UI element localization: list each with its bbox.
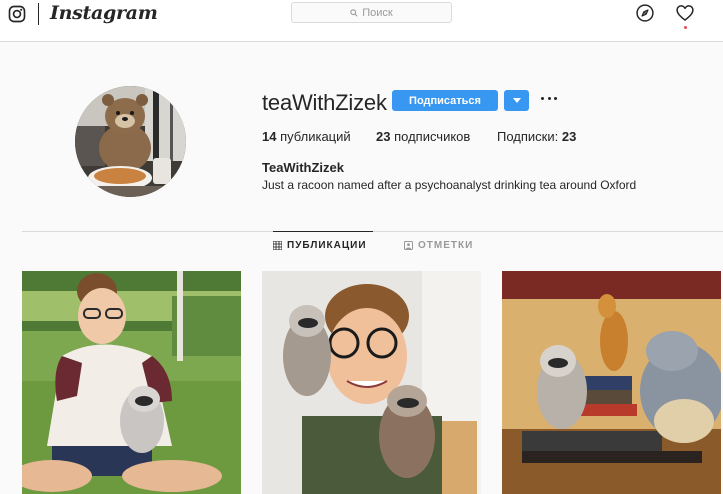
explore-compass-icon[interactable]	[635, 3, 655, 23]
tab-posts-label: ПУБЛИКАЦИИ	[287, 240, 367, 251]
profile-bio: Just a racoon named after a psychoanalys…	[262, 178, 637, 192]
posts-stat: 14 публикаций	[262, 129, 376, 144]
grid-icon	[273, 241, 282, 250]
profile-stats: 14 публикаций 23 подписчиков Подписки: 2…	[262, 129, 576, 144]
following-count: 23	[561, 129, 577, 144]
tab-posts[interactable]: ПУБЛИКАЦИИ	[273, 231, 373, 259]
tagged-icon	[404, 240, 413, 250]
post-thumbnail[interactable]	[22, 271, 241, 494]
logo-divider	[38, 3, 39, 25]
chevron-down-icon	[512, 98, 521, 103]
followers-stat[interactable]: 23 подписчиков	[376, 129, 497, 144]
instagram-glyph-icon[interactable]	[8, 5, 26, 23]
more-dots-icon	[547, 96, 551, 100]
heart-icon[interactable]	[675, 3, 695, 23]
top-navigation-bar: Instagram Поиск	[0, 0, 723, 42]
post-photo	[502, 271, 721, 494]
notification-dot	[684, 26, 687, 29]
tab-tagged[interactable]: ОТМЕТКИ	[404, 231, 473, 259]
profile-full-name: TeaWithZizek	[262, 160, 344, 175]
tab-tagged-label: ОТМЕТКИ	[418, 239, 474, 251]
avatar-photo	[75, 86, 186, 197]
post-thumbnail[interactable]	[262, 271, 481, 494]
following-label: Подписки:	[497, 129, 562, 144]
post-thumbnail[interactable]	[502, 271, 721, 494]
posts-count: 14	[262, 129, 277, 144]
more-dots-icon	[541, 96, 544, 100]
followers-count: 23	[376, 129, 391, 144]
more-options-button[interactable]	[541, 92, 557, 104]
search-input[interactable]: Поиск	[291, 2, 452, 23]
post-photo	[22, 271, 241, 494]
following-stat[interactable]: Подписки: 23	[497, 129, 576, 144]
suggestions-dropdown-button[interactable]	[504, 90, 529, 111]
search-placeholder: Поиск	[362, 6, 393, 19]
followers-label: подписчиков	[390, 129, 471, 144]
instagram-wordmark[interactable]: Instagram	[50, 2, 158, 24]
more-dots-icon	[554, 96, 557, 100]
posts-label: публикаций	[276, 129, 351, 144]
profile-username: teaWithZizek	[262, 90, 387, 115]
follow-button[interactable]: Подписаться	[392, 90, 498, 111]
profile-avatar[interactable]	[75, 86, 186, 197]
post-photo	[262, 271, 481, 494]
search-icon	[350, 8, 358, 17]
